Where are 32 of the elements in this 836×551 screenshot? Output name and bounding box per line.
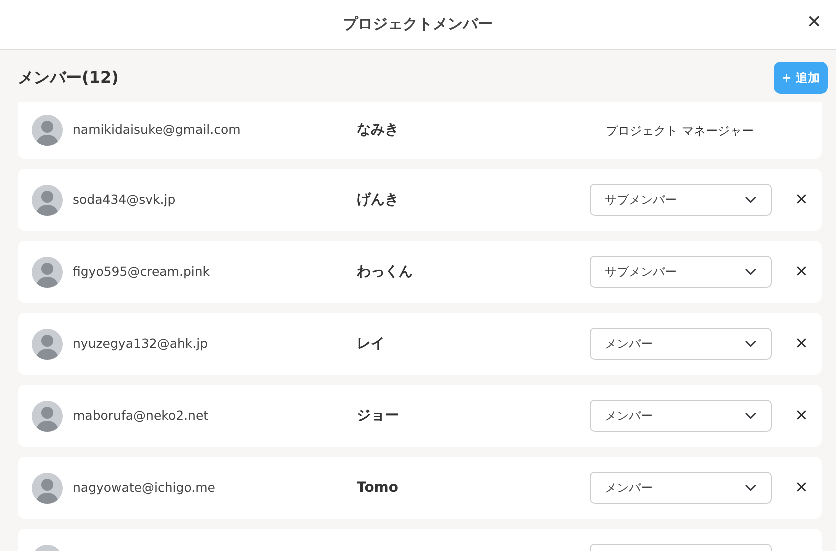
member-email: namikidaisuke@gmail.com	[73, 121, 242, 140]
member-name: レイ	[357, 334, 386, 354]
member-email: maborufa@neko2.net	[73, 406, 210, 425]
avatar-icon	[32, 184, 63, 216]
role-dropdown[interactable]: サブメンバー	[590, 184, 772, 216]
member-name: げんき	[357, 190, 400, 210]
section-title: メンバー(12)	[18, 67, 119, 89]
remove-button[interactable]: ✕	[792, 478, 812, 498]
avatar-icon	[32, 115, 63, 146]
remove-button[interactable]: ✕	[792, 334, 812, 354]
member-name: ジョー	[357, 406, 400, 426]
member-email: nyuzegya132@ahk.jp	[73, 334, 210, 353]
avatar-icon	[32, 328, 63, 360]
remove-button[interactable]: ✕	[792, 406, 812, 426]
member-email: soda434@svk.jp	[73, 190, 177, 209]
avatar-icon	[32, 400, 63, 432]
role-dropdown[interactable]: メンバー	[590, 328, 772, 360]
remove-button[interactable]: ✕	[792, 190, 812, 210]
role-dropdown[interactable]: サブメンバー	[590, 256, 772, 288]
close-button[interactable]: ✕	[802, 11, 826, 34]
member-name: Tomo	[357, 478, 400, 498]
member-email: figyo595@cream.pink	[73, 262, 212, 281]
remove-button[interactable]: ✕	[792, 262, 812, 282]
role-dropdown[interactable]: メンバー	[590, 400, 772, 432]
role-dropdown[interactable]: メンバー	[590, 472, 772, 504]
avatar-icon	[32, 256, 63, 288]
member-role: プロジェクト マネージャー	[606, 122, 754, 140]
avatar-icon	[32, 472, 63, 504]
member-name: わっくん	[357, 262, 414, 282]
member-name: なみき	[357, 121, 400, 140]
member-email: nagyowate@ichigo.me	[73, 478, 216, 497]
dialog-title: プロジェクトメンバー	[343, 14, 493, 36]
